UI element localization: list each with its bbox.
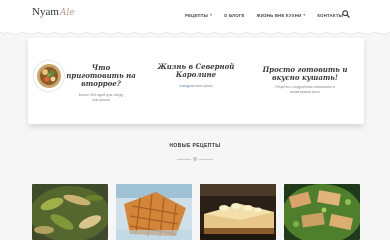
divider-dot-icon bbox=[193, 157, 197, 161]
feature-title[interactable]: Просто готовить и вкусно кушать! bbox=[260, 66, 350, 82]
search-icon[interactable] bbox=[342, 10, 350, 18]
recipe-photo bbox=[200, 184, 276, 240]
recipe-photo bbox=[116, 184, 192, 240]
feature-title[interactable]: Жизнь в Северной Каролине bbox=[150, 63, 242, 79]
header-wave-divider bbox=[0, 29, 390, 35]
nav-item-recipes[interactable]: РЕЦЕПТЫ ▾ bbox=[185, 13, 212, 18]
nav-item-contacts[interactable]: КОНТАКТЫ bbox=[317, 13, 343, 18]
main-nav: РЕЦЕПТЫ ▾ О БЛОГЕ ЖИЗНЬ ВНЕ КУХНИ ▾ КОНТ… bbox=[185, 0, 343, 30]
nav-label: О БЛОГЕ bbox=[224, 12, 245, 18]
recipe-card-grilled-vegetables[interactable] bbox=[32, 184, 108, 240]
feature-description: Рецепты с подробным описанием и пошаговы… bbox=[275, 85, 335, 94]
recipe-photo bbox=[32, 184, 108, 240]
features-panel: Что приготовить на вторрое? Более 300 ид… bbox=[28, 38, 364, 124]
site-header: Nyam Ale РЕЦЕПТЫ ▾ О БЛОГЕ ЖИЗНЬ ВНЕ КУХ… bbox=[0, 0, 390, 30]
nav-item-life[interactable]: ЖИЗНЬ ВНЕ КУХНИ ▾ bbox=[257, 13, 306, 18]
chevron-down-icon: ▾ bbox=[303, 13, 306, 17]
recipe-card-waffles[interactable] bbox=[116, 184, 192, 240]
nav-item-about[interactable]: О БЛОГЕ bbox=[224, 13, 245, 18]
salad-dish-icon[interactable] bbox=[34, 61, 64, 91]
site-logo[interactable]: Nyam Ale bbox=[32, 6, 75, 22]
recent-recipes-title: НОВЫЕ РЕЦЕПТЫ bbox=[169, 143, 221, 149]
nav-label: КОНТАКТЫ bbox=[317, 12, 344, 18]
feature-description: Instagram вне кухни bbox=[179, 84, 213, 88]
instagram-link[interactable]: Instagram bbox=[179, 84, 195, 88]
recipe-card-cheesecake[interactable] bbox=[200, 184, 276, 240]
feature-description: Более 300 идей для обеду или ужина bbox=[78, 93, 124, 102]
chevron-down-icon: ▾ bbox=[210, 13, 213, 17]
nav-label: РЕЦЕПТЫ bbox=[185, 12, 209, 18]
logo-main-text: Nyam bbox=[32, 6, 59, 18]
logo-script-text: Ale bbox=[59, 8, 75, 18]
recipe-card-salad-toast[interactable] bbox=[284, 184, 360, 240]
feature-title[interactable]: Что приготовить на вторрое? bbox=[66, 64, 136, 87]
recipe-photo bbox=[284, 184, 360, 240]
nav-label: ЖИЗНЬ ВНЕ КУХНИ bbox=[256, 12, 302, 18]
section-divider bbox=[177, 157, 213, 161]
